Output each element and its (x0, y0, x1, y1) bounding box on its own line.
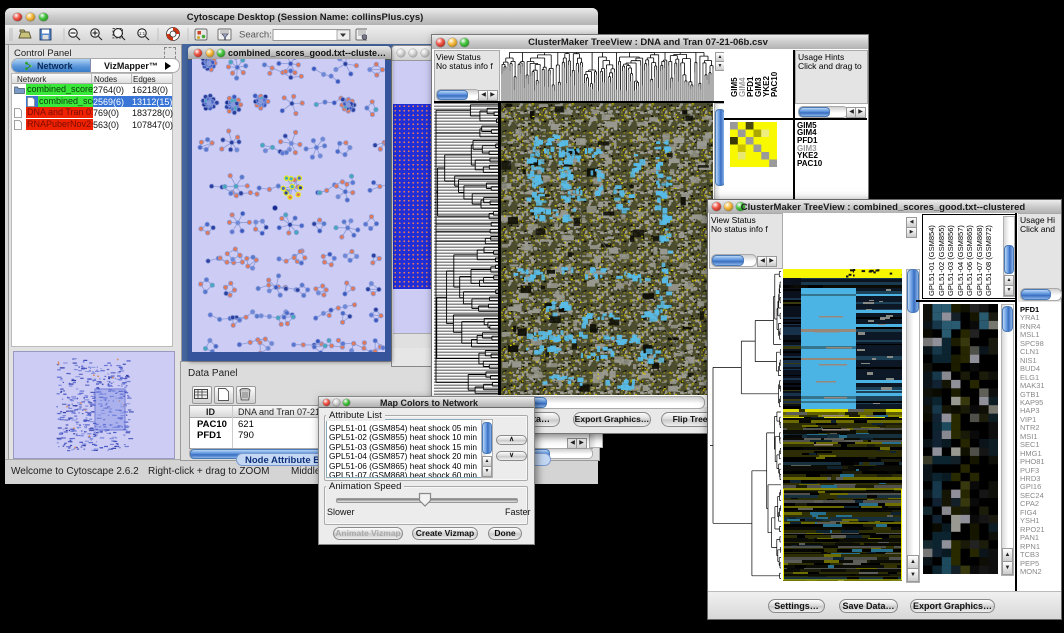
svg-text:Search:: Search: (239, 30, 272, 41)
svg-text:1:1: 1:1 (139, 31, 146, 36)
